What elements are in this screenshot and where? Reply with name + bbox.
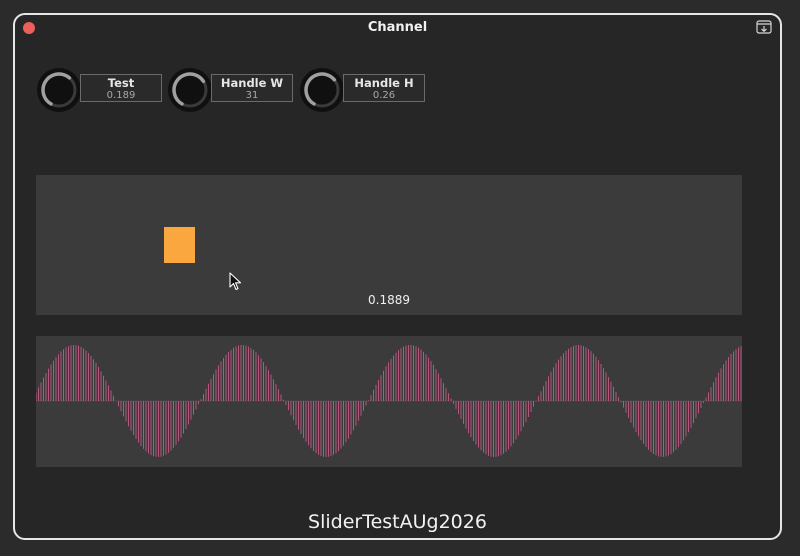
knob-dial[interactable] xyxy=(167,67,213,113)
slider-handle[interactable] xyxy=(164,227,195,263)
mouse-cursor-icon xyxy=(229,272,242,291)
knob-dial[interactable] xyxy=(299,67,345,113)
download-icon[interactable] xyxy=(756,20,772,34)
knob-value[interactable]: 0.189 xyxy=(81,90,161,101)
plugin-name: SliderTestAUg2026 xyxy=(308,511,487,533)
xy-slider-area[interactable]: 0.1889 xyxy=(36,175,742,315)
knob-name: Test xyxy=(107,76,135,90)
knob-dial[interactable] xyxy=(36,67,82,113)
slider-value-readout: 0.1889 xyxy=(368,293,410,307)
knob-name: Handle H xyxy=(354,76,414,90)
knob-name: Handle W xyxy=(220,76,284,90)
plugin-window: Channel Test 0.189 Handle W 31 Handle H … xyxy=(13,13,782,540)
knob-label-box: Test 0.189 xyxy=(80,74,162,102)
knob-value[interactable]: 0.26 xyxy=(344,90,424,101)
knob-label-box: Handle W 31 xyxy=(211,74,293,102)
waveform-display xyxy=(36,336,742,467)
knob-label-box: Handle H 0.26 xyxy=(343,74,425,102)
window-title: Channel xyxy=(367,20,428,35)
title-bar: Channel xyxy=(15,15,780,43)
knob-value[interactable]: 31 xyxy=(212,90,292,101)
